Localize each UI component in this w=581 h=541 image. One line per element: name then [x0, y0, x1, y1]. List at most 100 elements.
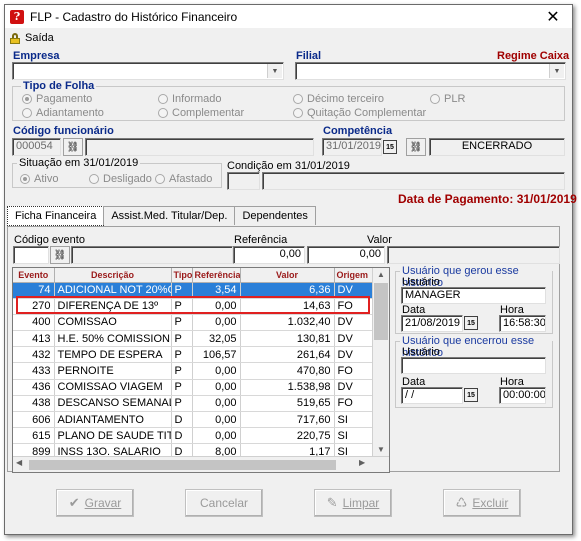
valor-input[interactable]: 0,00 — [307, 246, 385, 264]
tab-assist-med[interactable]: Assist.Med. Titular/Dep. — [103, 206, 236, 225]
referencia-input[interactable]: 0,00 — [233, 246, 305, 264]
cell-valor: 1.032,40 — [240, 314, 335, 332]
col-valor[interactable]: Valor — [240, 268, 335, 283]
radio-plr[interactable]: PLR — [430, 93, 465, 105]
col-referencia[interactable]: Referência — [192, 268, 241, 283]
radio-pagamento[interactable]: Pagamento — [22, 93, 92, 105]
col-origem[interactable]: Origem — [334, 268, 373, 283]
col-tipo[interactable]: Tipo — [171, 268, 193, 283]
usuario-gerou-field[interactable]: MANAGER — [401, 287, 546, 304]
cell-tipo: P — [171, 379, 193, 396]
hscroll-thumb[interactable] — [29, 460, 336, 470]
radio-desligado[interactable]: Desligado — [89, 173, 152, 185]
cell-valor: 519,65 — [240, 395, 335, 413]
cancelar-button[interactable]: Cancelar — [185, 489, 263, 517]
cell-valor: 220,75 — [240, 427, 335, 445]
radio-adiantamento[interactable]: Adiantamento — [22, 107, 104, 119]
competencia-date-input[interactable]: 31/01/2019 — [322, 138, 382, 156]
delete-icon: ♺ — [455, 495, 468, 510]
cell-referencia: 3,54 — [192, 282, 241, 299]
radio-quitacao-complementar[interactable]: Quitação Complementar — [293, 107, 426, 119]
cell-valor: 261,64 — [240, 346, 335, 364]
binoculars-icon[interactable]: ⛓ — [50, 246, 70, 264]
usuario-encerrou-hora-field[interactable]: 00:00:00 — [499, 387, 546, 404]
chevron-down-icon[interactable]: ▼ — [267, 64, 282, 78]
table-row[interactable]: 606 ADIANTAMENTO D 0,00 717,60 SI — [13, 411, 373, 429]
codigo-evento-input[interactable] — [13, 246, 49, 264]
tab-dependentes[interactable]: Dependentes — [234, 206, 316, 225]
calendar-icon[interactable]: 15 — [464, 388, 478, 402]
scroll-up-icon[interactable]: ▲ — [373, 268, 389, 282]
grid-header-row: Evento Descrição Tipo Referência Valor O… — [13, 268, 373, 283]
situacao-title: Situação em 31/01/2019 — [17, 157, 141, 169]
cell-evento: 270 — [13, 298, 55, 315]
radio-informado[interactable]: Informado — [158, 93, 222, 105]
table-row[interactable]: 400 COMISSAO P 0,00 1.032,40 DV — [13, 314, 373, 332]
close-icon[interactable]: ✕ — [544, 7, 562, 26]
col-evento[interactable]: Evento — [13, 268, 55, 283]
usuario-gerou-data-field[interactable]: 21/08/2019 — [401, 315, 463, 332]
col-descricao[interactable]: Descrição — [54, 268, 172, 283]
tab-strip: Ficha Financeira Assist.Med. Titular/Dep… — [7, 206, 316, 226]
binoculars-icon[interactable]: ⛓ — [63, 138, 83, 156]
table-row[interactable]: 433 PERNOITE P 0,00 470,80 FO — [13, 362, 373, 380]
cell-evento: 606 — [13, 411, 55, 429]
table-row[interactable]: 436 COMISSAO VIAGEM P 0,00 1.538,98 DV — [13, 379, 373, 396]
cell-evento: 413 — [13, 330, 55, 348]
cell-tipo: P — [171, 395, 193, 413]
binoculars-icon[interactable]: ⛓ — [406, 138, 426, 156]
valor-label: Valor — [367, 234, 392, 246]
tab-ficha-financeira[interactable]: Ficha Financeira — [7, 206, 105, 226]
evento-descricao-field — [71, 246, 233, 264]
table-row[interactable]: 74ADICIONAL NOT 20%CO...P3,546,36DV — [13, 282, 373, 299]
usuario-encerrou-field[interactable] — [401, 357, 546, 374]
radio-afastado[interactable]: Afastado — [155, 173, 212, 185]
scroll-right-icon[interactable]: ▶ — [359, 458, 365, 467]
cell-referencia: 0,00 — [192, 379, 241, 396]
excluir-button[interactable]: ♺ Excluir — [443, 489, 521, 517]
cell-descricao: H.E. 50% COMISSIONISTA — [54, 330, 172, 348]
calendar-icon[interactable]: 15 — [383, 140, 397, 154]
cell-evento: 615 — [13, 427, 55, 445]
condicao-label: Condição em 31/01/2019 — [227, 160, 350, 172]
cell-valor: 470,80 — [240, 362, 335, 380]
usuario-gerou-hora-field[interactable]: 16:58:30 — [499, 315, 546, 332]
vertical-scrollbar[interactable]: ▲ ▼ — [372, 268, 389, 457]
chevron-down-icon[interactable]: ▼ — [549, 64, 564, 78]
radio-decimo-terceiro[interactable]: Décimo terceiro — [293, 93, 384, 105]
tipo-folha-title: Tipo de Folha — [21, 80, 97, 92]
cell-tipo: P — [171, 282, 193, 299]
radio-complementar[interactable]: Complementar — [158, 107, 244, 119]
filial-select[interactable]: ▼ — [295, 62, 566, 80]
cell-referencia: 106,57 — [192, 346, 241, 364]
cell-origem: FO — [334, 395, 373, 413]
lock-icon — [10, 32, 20, 44]
app-logo-icon: ? — [10, 9, 24, 24]
cell-descricao: PERNOITE — [54, 362, 172, 380]
scroll-down-icon[interactable]: ▼ — [373, 443, 389, 457]
codigo-evento-label: Código evento — [14, 234, 85, 246]
cell-descricao: COMISSAO — [54, 314, 172, 332]
cell-descricao: DIFERENÇA DE 13º — [54, 298, 172, 315]
table-row[interactable]: 438DESCANSO SEMANAL R...P0,00519,65FO — [13, 395, 373, 413]
limpar-button[interactable]: ✎ Limpar — [314, 489, 392, 517]
cell-origem: DV — [334, 314, 373, 332]
table-row[interactable]: 270 DIFERENÇA DE 13º P 0,00 14,63 FO — [13, 298, 373, 315]
cell-origem: SI — [334, 427, 373, 445]
menu-saida[interactable]: Saída — [25, 32, 54, 44]
usuario-encerrou-data-field[interactable]: / / — [401, 387, 463, 404]
table-row[interactable]: 413H.E. 50% COMISSIONISTAP32,05130,81DV — [13, 330, 373, 348]
calendar-icon[interactable]: 15 — [464, 316, 478, 330]
radio-ativo[interactable]: Ativo — [20, 173, 58, 185]
scroll-left-icon[interactable]: ◀ — [16, 458, 22, 467]
cell-evento: 433 — [13, 362, 55, 380]
competencia-label: Competência — [323, 125, 393, 137]
gravar-button[interactable]: ✔ Gravar — [56, 489, 134, 517]
scroll-thumb[interactable] — [374, 283, 388, 340]
table-row[interactable]: 432 TEMPO DE ESPERA P 106,57 261,64 DV — [13, 346, 373, 364]
codigo-funcionario-input[interactable]: 000054 — [12, 138, 61, 156]
table-row[interactable]: 615PLANO DE SAUDE TITU...D0,00220,75SI — [13, 427, 373, 445]
empresa-select[interactable]: ▼ — [12, 62, 284, 80]
events-grid[interactable]: Evento Descrição Tipo Referência Valor O… — [12, 267, 390, 473]
horizontal-scrollbar[interactable]: ◀ ▶ — [13, 456, 389, 472]
